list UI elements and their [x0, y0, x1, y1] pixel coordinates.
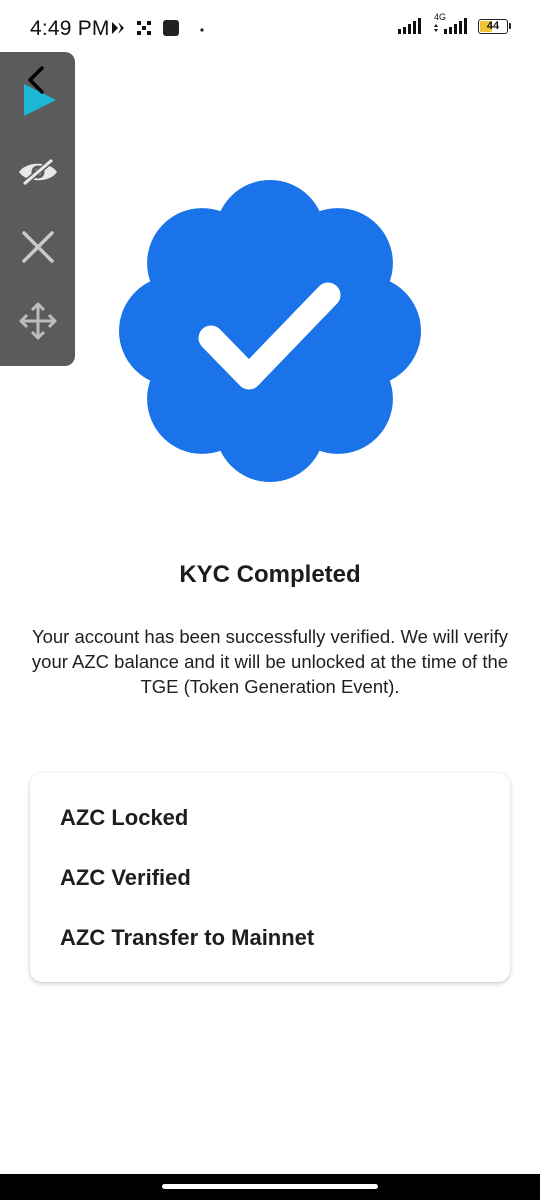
status-time: 4:49 PM	[30, 17, 110, 40]
home-indicator[interactable]	[162, 1184, 378, 1189]
kyc-description: Your account has been successfully verif…	[31, 626, 509, 697]
close-icon[interactable]	[0, 225, 75, 269]
status-bar: 4:49 PM 4G 44	[0, 0, 540, 60]
notification-icons	[110, 19, 204, 42]
grid-notification-icon	[136, 20, 152, 41]
network-type: 4G	[434, 12, 447, 22]
network-signal-icon: 4G	[432, 12, 470, 34]
status-item-azc-transfer: AZC Transfer to Mainnet	[60, 925, 315, 950]
battery-level: 44	[486, 19, 500, 32]
kyc-title: KYC Completed	[179, 561, 361, 588]
dot-notification-icon	[190, 21, 204, 40]
status-item-azc-verified: AZC Verified	[60, 865, 191, 890]
app-notification-icon	[110, 20, 126, 41]
play-button[interactable]	[0, 60, 75, 124]
signal-strength-icon	[398, 18, 424, 34]
azc-status-card: AZC Locked AZC Verified AZC Transfer to …	[30, 773, 510, 982]
status-item-azc-locked: AZC Locked	[60, 805, 189, 830]
floating-tool-panel	[0, 52, 75, 366]
system-status-icons: 4G 44	[398, 12, 511, 34]
square-notification-icon	[162, 19, 180, 42]
verified-badge	[119, 180, 421, 482]
battery-icon: 44	[478, 18, 511, 34]
verified-checkmark-icon	[119, 180, 421, 482]
hide-eye-icon[interactable]	[0, 150, 75, 194]
move-icon[interactable]	[0, 299, 75, 343]
navigation-bar	[0, 1174, 540, 1200]
